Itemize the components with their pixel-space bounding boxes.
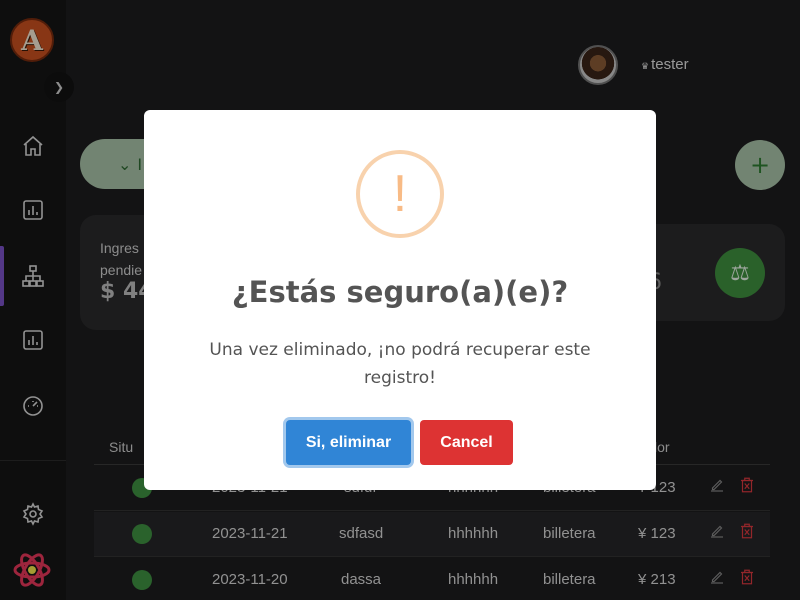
- warning-icon: !: [356, 150, 444, 238]
- dialog-message: Una vez eliminado, ¡no podrá recuperar e…: [209, 340, 591, 388]
- confirm-delete-button[interactable]: Si, eliminar: [286, 420, 411, 465]
- dialog-title: ¿Estás seguro(a)(e)?: [231, 275, 569, 309]
- confirm-delete-dialog: ! ¿Estás seguro(a)(e)? Una vez eliminado…: [144, 110, 656, 490]
- cancel-button[interactable]: Cancel: [420, 420, 513, 465]
